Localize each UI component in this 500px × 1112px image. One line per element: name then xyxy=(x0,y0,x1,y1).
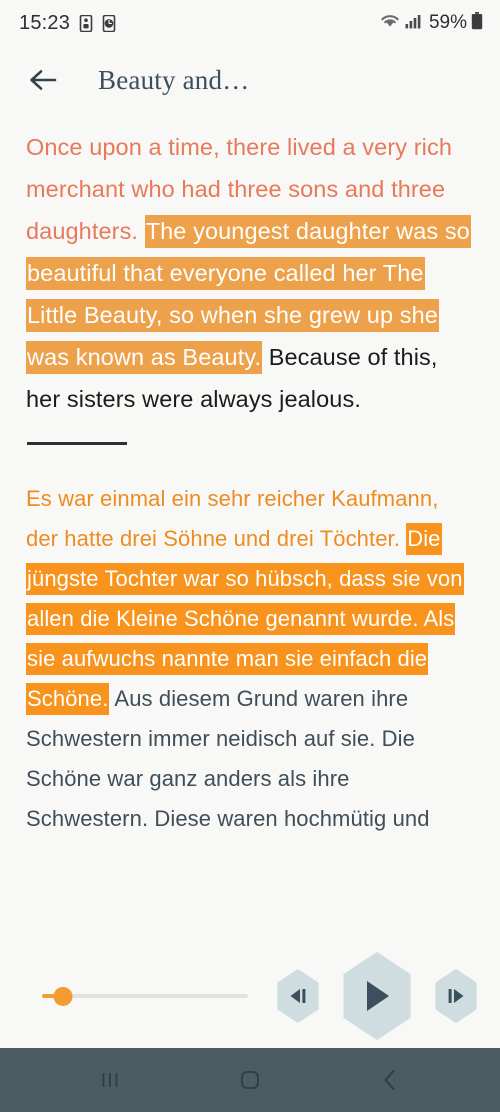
reader-content[interactable]: Once upon a time, there lived a very ric… xyxy=(0,114,500,944)
slider-thumb[interactable] xyxy=(53,986,73,1006)
back-arrow-icon xyxy=(30,70,57,90)
paragraph-english[interactable]: Once upon a time, there lived a very ric… xyxy=(26,126,476,420)
recent-apps-button[interactable] xyxy=(80,1057,140,1103)
previous-sentence-button[interactable] xyxy=(274,969,322,1023)
alarm-icon xyxy=(102,15,116,32)
page-title: Beauty and… xyxy=(98,64,250,95)
back-button[interactable] xyxy=(26,63,60,97)
app-header: Beauty and… xyxy=(0,46,500,114)
battery-percentage-label: 59% xyxy=(428,12,467,33)
phone-screen: 15:23 59% Beauty and… Once upon a time, … xyxy=(0,0,500,1112)
play-button[interactable] xyxy=(338,952,416,1040)
signal-bars-icon xyxy=(405,13,422,34)
home-icon xyxy=(241,1071,259,1089)
back-chevron-icon xyxy=(384,1069,395,1091)
battery-icon xyxy=(471,11,483,35)
german-pending-text: Es war einmal ein sehr reicher Kaufmann,… xyxy=(26,486,439,551)
recent-apps-icon xyxy=(102,1073,118,1087)
home-button[interactable] xyxy=(220,1057,280,1103)
previous-icon xyxy=(290,989,306,1003)
paragraph-german[interactable]: Es war einmal ein sehr reicher Kaufmann,… xyxy=(26,479,476,839)
status-bar: 15:23 59% xyxy=(0,0,500,46)
status-bar-clock: 15:23 xyxy=(19,11,71,34)
back-nav-button[interactable] xyxy=(360,1057,420,1103)
status-bar-left: 15:23 xyxy=(19,12,116,35)
section-divider xyxy=(27,442,127,445)
status-bar-right: 59% xyxy=(379,11,483,35)
sim-card-icon xyxy=(79,15,93,32)
audio-player-bar xyxy=(0,944,500,1048)
play-icon xyxy=(367,981,389,1011)
playback-progress-slider[interactable] xyxy=(42,981,248,1011)
wifi-icon xyxy=(379,12,401,35)
next-icon xyxy=(448,989,464,1003)
android-navigation-bar xyxy=(0,1048,500,1112)
next-sentence-button[interactable] xyxy=(432,969,480,1023)
slider-track xyxy=(42,994,248,998)
